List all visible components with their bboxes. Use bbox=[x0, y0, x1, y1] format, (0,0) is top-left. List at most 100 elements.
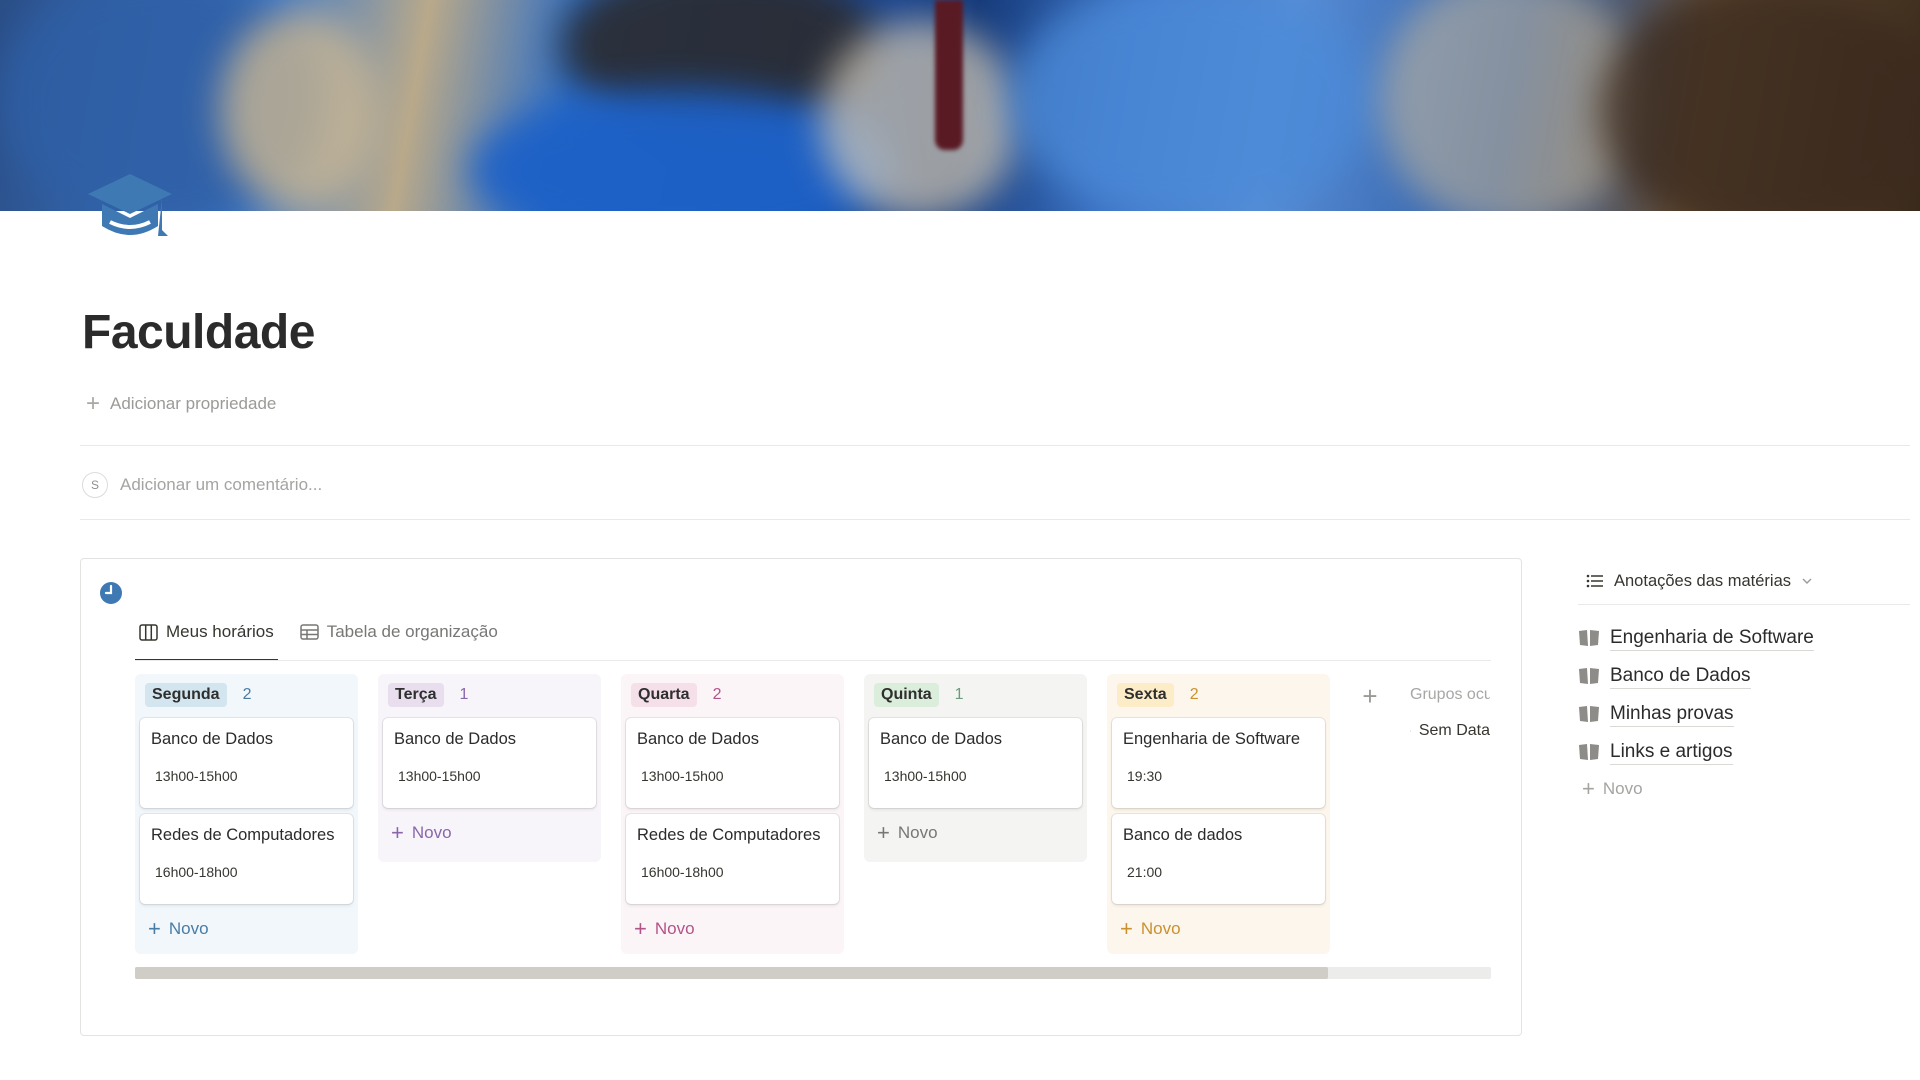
group-count: 2 bbox=[242, 686, 252, 703]
group-count: 2 bbox=[1189, 686, 1199, 703]
table-icon bbox=[299, 624, 319, 640]
hidden-groups: Grupos ocultos Sem Data bbox=[1410, 674, 1490, 954]
card-title: Engenharia de Software bbox=[1123, 730, 1301, 748]
book-icon bbox=[1579, 706, 1599, 722]
plus-icon: + bbox=[148, 916, 161, 941]
notes-item[interactable]: Minhas provas bbox=[1578, 695, 1910, 733]
book-icon bbox=[1579, 668, 1599, 684]
card-time: 21:00 bbox=[1127, 864, 1163, 880]
notes-item[interactable]: Banco de Dados bbox=[1578, 657, 1910, 695]
board-column-quinta: Quinta 1 Banco de Dados 13h00-15h00 + No… bbox=[864, 674, 1087, 862]
new-label: Novo bbox=[411, 823, 452, 842]
chevron-down-icon bbox=[1802, 578, 1812, 584]
graduation-cap-icon[interactable] bbox=[84, 170, 176, 244]
plus-icon: + bbox=[1362, 680, 1378, 711]
hidden-group-item[interactable]: Sem Data bbox=[1410, 722, 1490, 740]
notes-list: Anotações das matérias Engenharia de Sof… bbox=[1578, 562, 1910, 807]
tabs-divider bbox=[135, 660, 1491, 661]
notes-item[interactable]: Links e artigos bbox=[1578, 733, 1910, 771]
page-cover-image[interactable] bbox=[0, 0, 1920, 211]
board-card[interactable]: Banco de dados 21:00 bbox=[1112, 814, 1325, 904]
page-title[interactable]: Faculdade bbox=[82, 305, 315, 360]
tab-label: Tabela de organização bbox=[326, 622, 498, 641]
plus-icon: + bbox=[86, 390, 101, 417]
new-label: Novo bbox=[168, 919, 209, 938]
book-icon bbox=[1579, 744, 1599, 760]
group-label[interactable]: Sexta bbox=[1117, 683, 1174, 707]
add-property-button[interactable]: + Adicionar propriedade bbox=[86, 392, 276, 416]
card-title: Banco de dados bbox=[1123, 826, 1243, 844]
notes-item-label: Links e artigos bbox=[1610, 740, 1733, 765]
avatar: S bbox=[82, 472, 108, 498]
new-card-button[interactable]: + Novo bbox=[383, 818, 596, 848]
card-time: 19:30 bbox=[1127, 768, 1163, 784]
new-card-button[interactable]: + Novo bbox=[1112, 914, 1325, 944]
tab-tabela-organizacao[interactable]: Tabela de organização bbox=[296, 619, 502, 645]
board-card[interactable]: Banco de Dados 13h00-15h00 bbox=[140, 718, 353, 808]
group-label[interactable]: Segunda bbox=[145, 683, 227, 707]
group-label[interactable]: Terça bbox=[388, 683, 444, 707]
scrollbar-thumb[interactable] bbox=[135, 967, 1329, 979]
group-count: 1 bbox=[459, 686, 469, 703]
divider bbox=[80, 445, 1910, 446]
group-count: 1 bbox=[954, 686, 964, 703]
notes-item-label: Engenharia de Software bbox=[1610, 626, 1814, 651]
board-column-segunda: Segunda 2 Banco de Dados 13h00-15h00 Red… bbox=[135, 674, 358, 954]
card-title: Banco de Dados bbox=[394, 730, 517, 748]
new-label: Novo bbox=[1602, 779, 1643, 798]
horizontal-scrollbar[interactable] bbox=[135, 967, 1491, 979]
notes-item-label: Banco de Dados bbox=[1610, 664, 1751, 689]
card-time: 13h00-15h00 bbox=[641, 768, 724, 784]
hidden-groups-label: Grupos ocultos bbox=[1410, 686, 1490, 703]
plus-icon: + bbox=[1582, 776, 1595, 801]
card-time: 16h00-18h00 bbox=[155, 864, 238, 880]
tab-label: Meus horários bbox=[166, 622, 274, 641]
new-card-button[interactable]: + Novo bbox=[869, 818, 1082, 848]
comment-input[interactable]: S Adicionar um comentário... bbox=[82, 472, 322, 498]
card-title: Redes de Computadores bbox=[637, 826, 821, 844]
view-tabs: Meus horários Tabela de organização bbox=[135, 619, 1491, 661]
group-count: 2 bbox=[712, 686, 722, 703]
notes-title: Anotações das matérias bbox=[1614, 571, 1792, 590]
board-card[interactable]: Banco de Dados 13h00-15h00 bbox=[626, 718, 839, 808]
notes-item-label: Minhas provas bbox=[1610, 702, 1734, 727]
card-title: Banco de Dados bbox=[637, 730, 760, 748]
board-card[interactable]: Redes de Computadores 16h00-18h00 bbox=[626, 814, 839, 904]
add-group-button[interactable]: + bbox=[1350, 676, 1390, 716]
inbox-icon bbox=[1410, 730, 1411, 732]
new-label: Novo bbox=[1140, 919, 1181, 938]
board-card[interactable]: Banco de Dados 13h00-15h00 bbox=[869, 718, 1082, 808]
board-card[interactable]: Redes de Computadores 16h00-18h00 bbox=[140, 814, 353, 904]
group-label[interactable]: Quinta bbox=[874, 683, 939, 707]
add-property-label: Adicionar propriedade bbox=[110, 394, 277, 413]
board-card[interactable]: Banco de Dados 13h00-15h00 bbox=[383, 718, 596, 808]
notes-item[interactable]: Engenharia de Software bbox=[1578, 619, 1910, 657]
new-label: Novo bbox=[897, 823, 938, 842]
schedule-board: Meus horários Tabela de organização Segu… bbox=[80, 558, 1522, 1036]
card-title: Banco de Dados bbox=[151, 730, 274, 748]
board-icon bbox=[139, 623, 158, 641]
notes-view-selector[interactable]: Anotações das matérias bbox=[1578, 562, 1910, 600]
card-title: Banco de Dados bbox=[880, 730, 1003, 748]
card-time: 13h00-15h00 bbox=[884, 768, 967, 784]
plus-icon: + bbox=[877, 820, 890, 845]
divider bbox=[1578, 604, 1910, 605]
card-title: Redes de Computadores bbox=[151, 826, 335, 844]
book-icon bbox=[1579, 630, 1599, 646]
board-column-sexta: Sexta 2 Engenharia de Software 19:30 Ban… bbox=[1107, 674, 1330, 954]
plus-icon: + bbox=[391, 820, 404, 845]
board-column-quarta: Quarta 2 Banco de Dados 13h00-15h00 Rede… bbox=[621, 674, 844, 954]
clock-icon bbox=[99, 581, 123, 605]
card-time: 16h00-18h00 bbox=[641, 864, 724, 880]
new-card-button[interactable]: + Novo bbox=[626, 914, 839, 944]
new-card-button[interactable]: + Novo bbox=[140, 914, 353, 944]
board-column-terca: Terça 1 Banco de Dados 13h00-15h00 + Nov… bbox=[378, 674, 601, 862]
board-card[interactable]: Engenharia de Software 19:30 bbox=[1112, 718, 1325, 808]
new-note-button[interactable]: + Novo bbox=[1578, 771, 1910, 807]
group-label[interactable]: Quarta bbox=[631, 683, 697, 707]
plus-icon: + bbox=[1120, 916, 1133, 941]
list-icon bbox=[1586, 574, 1603, 588]
card-time: 13h00-15h00 bbox=[155, 768, 238, 784]
board-columns: Segunda 2 Banco de Dados 13h00-15h00 Red… bbox=[135, 674, 1491, 954]
tab-meus-horarios[interactable]: Meus horários bbox=[135, 619, 278, 661]
